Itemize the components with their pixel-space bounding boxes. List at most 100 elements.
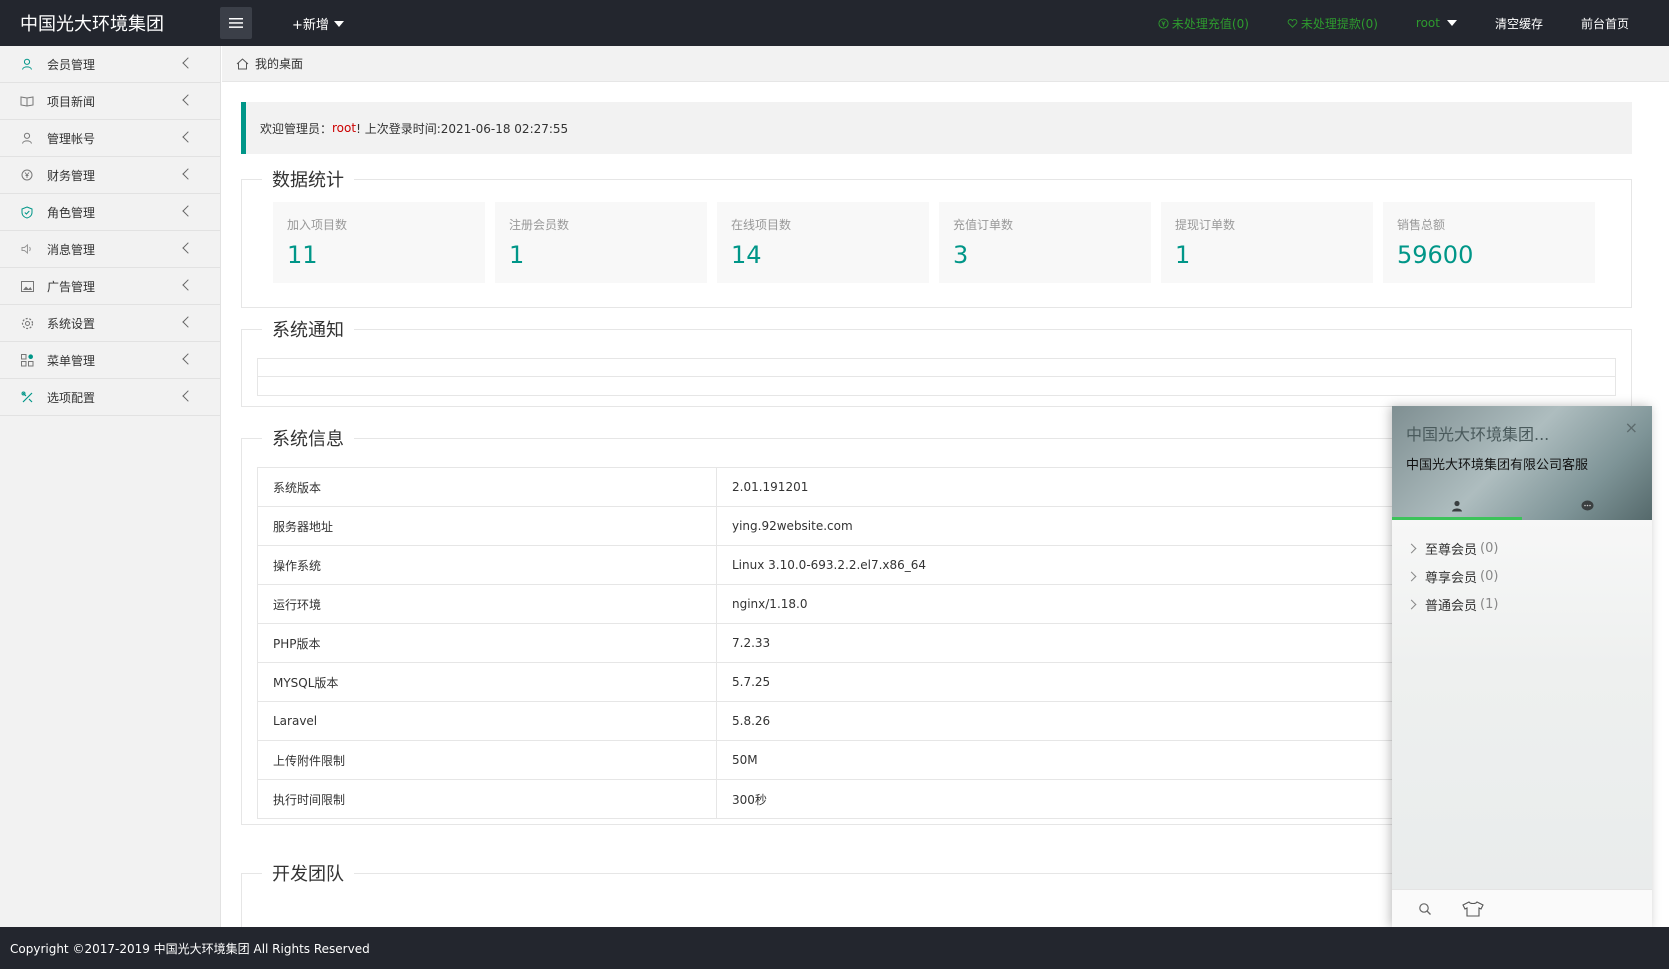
stat-value: 1 (509, 241, 525, 269)
pending-recharge-label: 未处理充值(0) (1171, 16, 1249, 31)
sidebar-item-members[interactable]: 会员管理 (0, 46, 220, 83)
chat-header: 中国光大环境集团... × 中国光大环境集团有限公司客服 (1392, 406, 1652, 520)
info-key: MYSQL版本 (257, 662, 717, 702)
search-icon[interactable] (1418, 902, 1432, 916)
clear-cache-link[interactable]: 清空缓存 (1495, 15, 1543, 32)
account-icon (20, 131, 34, 145)
chevron-left-icon (182, 279, 194, 291)
sidebar-item-system-settings[interactable]: 系统设置 (0, 305, 220, 342)
chat-title: 中国光大环境集团... (1406, 425, 1550, 444)
pending-withdraw-link[interactable]: 未处理提款(0) (1287, 15, 1378, 32)
stat-card-projects[interactable]: 加入项目数 11 (273, 202, 485, 283)
copyright-text: Copyright ©2017-2019 中国光大环境集团 All Rights… (10, 941, 370, 956)
sidebar-item-ads[interactable]: 广告管理 (0, 268, 220, 305)
sidebar-item-finance[interactable]: 财务管理 (0, 157, 220, 194)
stats-panel: 数据统计 加入项目数 11 注册会员数 1 在线项目数 14 充值订单数 3 提… (241, 166, 1632, 308)
sidebar-item-label: 系统设置 (47, 316, 96, 331)
stat-title: 销售总额 (1397, 218, 1446, 232)
chevron-left-icon (182, 94, 194, 106)
sidebar-item-label: 管理帐号 (47, 131, 96, 146)
front-home-link[interactable]: 前台首页 (1581, 15, 1629, 32)
info-key: 执行时间限制 (257, 779, 717, 819)
shirt-icon[interactable] (1462, 900, 1484, 917)
chevron-left-icon (182, 205, 194, 217)
stat-card-withdraw-orders[interactable]: 提现订单数 1 (1161, 202, 1373, 283)
close-icon[interactable]: × (1625, 418, 1638, 437)
sysinfo-legend: 系统信息 (272, 429, 344, 450)
info-key: 运行环境 (257, 584, 717, 624)
notice-list (257, 358, 1616, 396)
sidebar-item-label: 项目新闻 (47, 94, 96, 109)
person-icon (1452, 500, 1462, 512)
add-new-menu[interactable]: +新增 (292, 14, 344, 33)
chevron-right-icon (1406, 599, 1417, 609)
app-logo[interactable]: 中国光大环境集团 (20, 10, 164, 36)
notice-panel: 系统通知 (241, 316, 1632, 407)
heart-icon (1287, 18, 1298, 28)
info-key: 系统版本 (257, 467, 717, 507)
list-item[interactable]: 至尊会员 (0) (1406, 534, 1652, 562)
team-legend: 开发团队 (272, 864, 344, 885)
stats-legend: 数据统计 (272, 170, 344, 191)
sidebar-item-news[interactable]: 项目新闻 (0, 83, 220, 120)
stat-card-members[interactable]: 注册会员数 1 (495, 202, 707, 283)
tab-chats[interactable] (1522, 492, 1652, 520)
stat-value: 14 (731, 241, 762, 269)
list-item[interactable]: 普通会员 (1) (1406, 590, 1652, 618)
grid-icon (20, 353, 34, 367)
tools-icon (20, 390, 34, 404)
stat-title: 提现订单数 (1175, 218, 1236, 232)
header-right-nav: 未处理充值(0) 未处理提款(0) root 清空缓存 前台首页 (1120, 0, 1669, 46)
info-key: 操作系统 (257, 545, 717, 585)
stats-cards: 加入项目数 11 注册会员数 1 在线项目数 14 充值订单数 3 提现订单数 … (242, 192, 1631, 283)
group-count: (0) (1480, 540, 1499, 556)
sidebar-item-messages[interactable]: 消息管理 (0, 231, 220, 268)
sidebar-item-menus[interactable]: 菜单管理 (0, 342, 220, 379)
stat-value: 1 (1175, 241, 1191, 269)
yen-icon (1158, 17, 1169, 29)
caret-down-icon (333, 20, 344, 27)
group-count: (1) (1480, 596, 1499, 612)
tab-contacts[interactable] (1392, 492, 1522, 520)
notice-row (257, 377, 1616, 396)
stat-title: 加入项目数 (287, 218, 348, 232)
stat-title: 充值订单数 (953, 218, 1014, 232)
notice-legend: 系统通知 (272, 320, 344, 341)
sidebar-item-label: 消息管理 (47, 242, 96, 257)
stat-value: 3 (953, 241, 969, 269)
info-key: 上传附件限制 (257, 740, 717, 780)
add-new-label: +新增 (292, 18, 329, 33)
group-name: 普通会员 (1425, 598, 1478, 614)
breadcrumb: 我的桌面 (222, 46, 1669, 82)
sidebar-item-roles[interactable]: 角色管理 (0, 194, 220, 231)
gear-icon (20, 316, 34, 330)
stat-card-sales-total[interactable]: 销售总额 59600 (1383, 202, 1595, 283)
breadcrumb-current[interactable]: 我的桌面 (255, 55, 303, 72)
stat-card-recharge-orders[interactable]: 充值订单数 3 (939, 202, 1151, 283)
group-count: (0) (1480, 568, 1499, 584)
pending-withdraw-label: 未处理提款(0) (1300, 16, 1378, 31)
group-name: 尊享会员 (1425, 570, 1478, 586)
menu-toggle-button[interactable] (220, 7, 252, 39)
stat-card-online-projects[interactable]: 在线项目数 14 (717, 202, 929, 283)
chat-bubble-icon (1581, 500, 1593, 511)
book-icon (20, 94, 34, 108)
user-menu[interactable]: root (1416, 16, 1457, 30)
footer: Copyright ©2017-2019 中国光大环境集团 All Rights… (0, 927, 1669, 969)
chevron-right-icon (1406, 543, 1417, 553)
chevron-left-icon (182, 57, 194, 69)
shield-icon (20, 205, 34, 219)
chevron-left-icon (182, 353, 194, 365)
sidebar-item-accounts[interactable]: 管理帐号 (0, 120, 220, 157)
sidebar-item-label: 选项配置 (47, 390, 96, 405)
sidebar-item-label: 角色管理 (47, 205, 96, 220)
welcome-prefix: 欢迎管理员： (260, 121, 333, 136)
user-name: root (1415, 16, 1440, 30)
list-item[interactable]: 尊享会员 (0) (1406, 562, 1652, 590)
chevron-right-icon (1406, 571, 1417, 581)
stat-value: 11 (287, 241, 318, 269)
sidebar-item-options[interactable]: 选项配置 (0, 379, 220, 416)
yen-icon (20, 168, 34, 182)
pending-recharge-link[interactable]: 未处理充值(0) (1158, 15, 1249, 32)
user-icon (20, 57, 34, 71)
